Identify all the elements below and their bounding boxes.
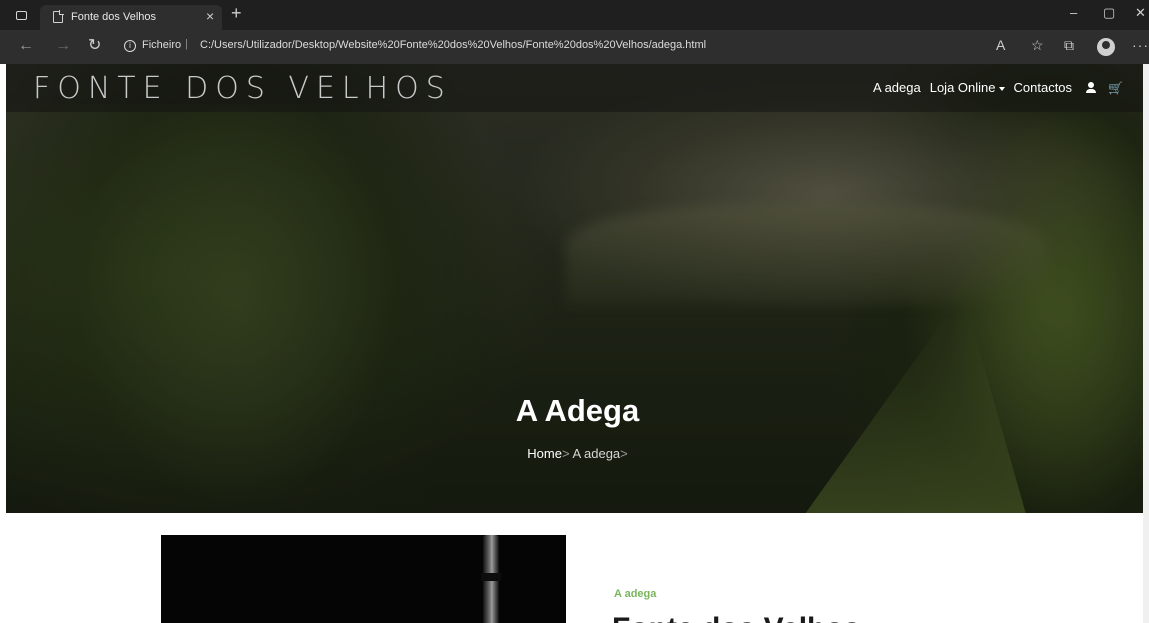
section-heading: Fonte dos Velhos — [612, 612, 860, 623]
url-text[interactable]: C:/Users/Utilizador/Desktop/Website%20Fo… — [200, 39, 706, 51]
nav-item-adega[interactable]: A adega — [873, 80, 921, 95]
cart-icon[interactable]: 🛒 — [1108, 82, 1123, 94]
caret-down-icon — [998, 86, 1005, 91]
site-navbar: FONTE DOS VELHOS A adega Loja Online Con… — [6, 64, 1149, 112]
browser-tab[interactable]: Fonte dos Velhos × — [40, 5, 222, 30]
back-button[interactable]: ← — [18, 38, 34, 54]
reload-button[interactable]: ↻ — [88, 38, 101, 54]
adega-photo — [161, 535, 566, 623]
browser-tab-bar: Fonte dos Velhos × + – ▢ ✕ — [0, 0, 1149, 30]
url-separator: | — [185, 38, 188, 50]
nav-item-loja-label: Loja Online — [929, 80, 996, 95]
user-icon[interactable] — [1086, 82, 1097, 93]
site-logo[interactable]: FONTE DOS VELHOS — [33, 71, 452, 106]
page-title: A Adega — [515, 393, 640, 428]
address-field[interactable]: i Ficheiro | C:/Users/Utilizador/Desktop… — [114, 33, 994, 60]
minimize-button[interactable]: – — [1070, 6, 1077, 20]
nav-item-loja-online[interactable]: Loja Online — [930, 80, 1005, 95]
close-tab-icon[interactable]: × — [206, 9, 214, 23]
scrollbar[interactable] — [1143, 64, 1149, 623]
profile-icon[interactable] — [1097, 38, 1115, 56]
more-icon[interactable]: ··· — [1132, 38, 1149, 52]
nav-item-contactos[interactable]: Contactos — [1014, 80, 1073, 95]
forward-button[interactable]: → — [55, 38, 71, 54]
section-eyebrow: A adega — [614, 588, 657, 600]
page-icon — [53, 10, 64, 23]
breadcrumb: Home> A adega> — [6, 446, 1149, 461]
address-bar-row: ← → ↻ i Ficheiro | C:/Users/Utilizador/D… — [0, 30, 1149, 64]
new-tab-button[interactable]: + — [231, 4, 242, 22]
read-aloud-icon[interactable]: A — [996, 38, 1005, 52]
breadcrumb-current: A adega — [572, 446, 621, 461]
maximize-button[interactable]: ▢ — [1103, 6, 1115, 20]
main-menu: A adega Loja Online Contactos 🛒 — [864, 80, 1123, 95]
page-viewport: FONTE DOS VELHOS A adega Loja Online Con… — [6, 64, 1149, 623]
favorites-icon[interactable]: ☆ — [1031, 38, 1044, 52]
close-window-button[interactable]: ✕ — [1135, 6, 1146, 20]
collections-icon[interactable]: ⧉ — [1064, 38, 1074, 52]
url-scheme: Ficheiro — [142, 39, 182, 51]
breadcrumb-home[interactable]: Home — [527, 446, 562, 461]
site-info-icon[interactable]: i — [124, 40, 136, 52]
tab-actions-icon[interactable] — [16, 11, 27, 20]
hero-banner: FONTE DOS VELHOS A adega Loja Online Con… — [6, 64, 1149, 513]
bottle-image — [481, 535, 501, 623]
breadcrumb-separator: > — [620, 446, 628, 461]
tab-title: Fonte dos Velhos — [71, 11, 157, 23]
breadcrumb-separator: > — [561, 446, 570, 461]
